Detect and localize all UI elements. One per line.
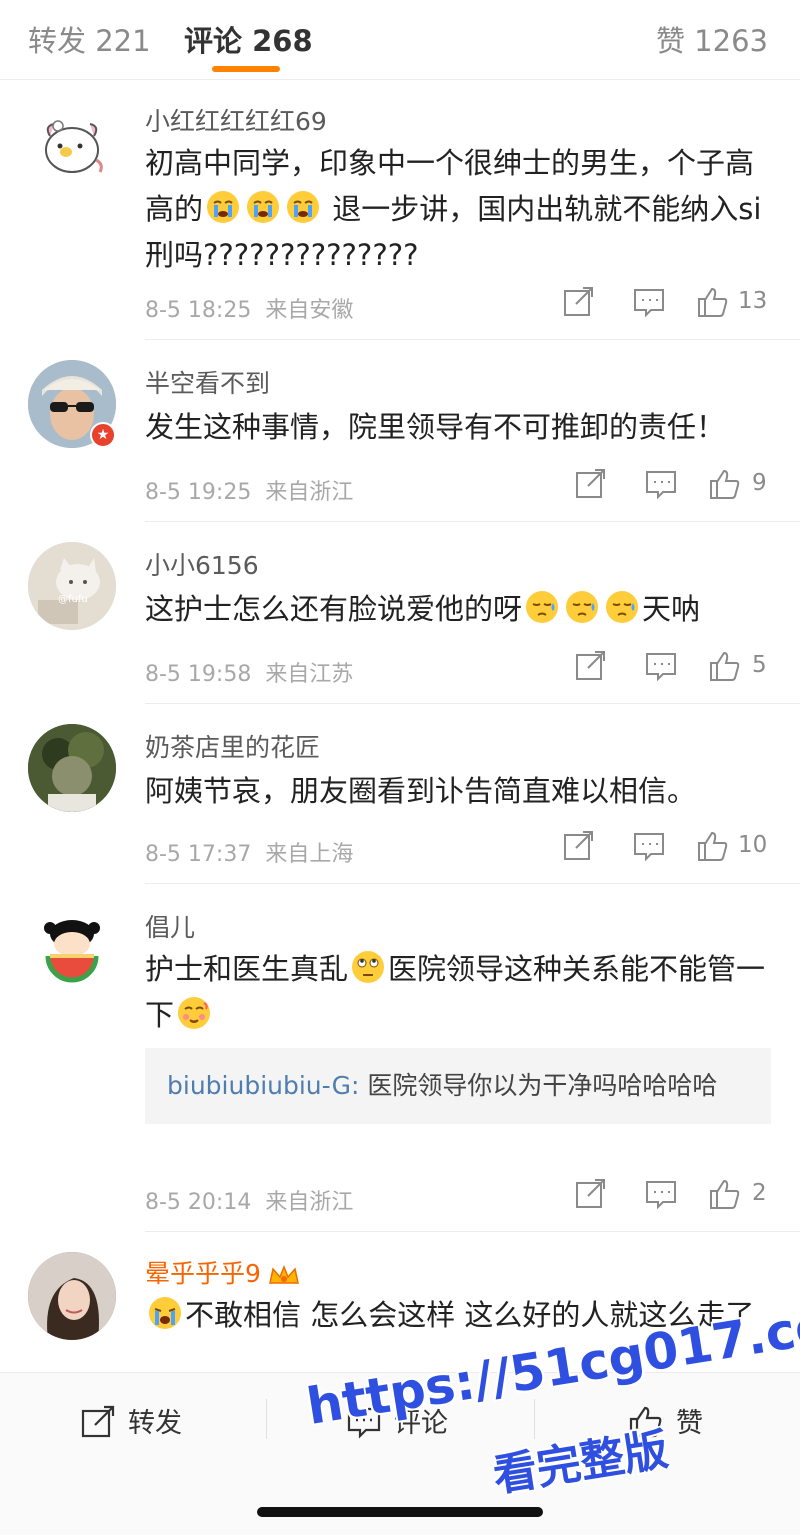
- crying-face-emoji-icon: [207, 191, 240, 223]
- plant-photo-avatar-icon: [28, 724, 116, 812]
- comment-actions: 5: [574, 650, 772, 686]
- comment-actions: 2: [574, 1178, 772, 1214]
- comment-item: 奶茶店里的花匠 阿姨节哀，朋友圈看到讣告简直难以相信。 8-5 17:37 来自…: [0, 704, 800, 884]
- avatar[interactable]: [28, 100, 116, 188]
- crying-face-emoji-icon: [247, 191, 280, 223]
- tab-likes[interactable]: 赞 1263: [656, 18, 768, 60]
- comment-icon[interactable]: [632, 286, 666, 318]
- comment-location: 来自安徽: [265, 298, 354, 323]
- sweat-face-emoji-icon: [566, 591, 599, 623]
- separator: [266, 1399, 267, 1439]
- comment-username[interactable]: 倡儿: [145, 908, 195, 944]
- repost-icon: [81, 1405, 115, 1438]
- comment-location: 来自江苏: [265, 662, 354, 687]
- comment-time: 8-5 18:25: [145, 298, 252, 323]
- eye-roll-emoji-icon: [352, 951, 385, 983]
- comment-meta: 8-5 19:58 来自江苏: [145, 656, 353, 688]
- thumbs-up-icon[interactable]: [708, 650, 742, 682]
- comment-meta: 8-5 19:25 来自浙江: [145, 474, 353, 506]
- vip-crown-icon: [268, 1264, 299, 1284]
- active-tab-indicator: [212, 66, 280, 72]
- thumbs-up-icon[interactable]: [696, 830, 730, 862]
- reply-text: 医院领导你以为干净吗哈哈哈哈: [359, 1071, 718, 1100]
- share-icon[interactable]: [562, 286, 596, 318]
- thumbs-up-icon[interactable]: [708, 1178, 742, 1210]
- cartoon-pig-avatar-icon: [45, 120, 103, 173]
- avatar[interactable]: [28, 1252, 116, 1340]
- sub-reply-box[interactable]: biubiubiubiu-G: 医院领导你以为干净吗哈哈哈哈: [145, 1048, 771, 1124]
- cat-photo-avatar-icon: [28, 542, 116, 630]
- tab-repost[interactable]: 转发 221: [28, 18, 151, 60]
- cartoon-watermelon-avatar-icon: [28, 904, 116, 992]
- comment-text: 护士和医生真乱 医院领导这种关系能不能管一下: [145, 946, 770, 1038]
- sweat-face-emoji-icon: [526, 591, 559, 623]
- loud-crying-emoji-icon: [149, 1297, 181, 1329]
- comment-actions: 10: [562, 830, 772, 866]
- comment-time: 8-5 19:58: [145, 662, 252, 687]
- comment-location: 来自上海: [265, 842, 354, 867]
- comment-location: 来自浙江: [265, 480, 354, 505]
- comment-username[interactable]: 小小6156: [145, 546, 259, 582]
- share-icon[interactable]: [574, 468, 608, 500]
- thumbs-up-icon[interactable]: [708, 468, 742, 500]
- like-label: 赞: [676, 1408, 703, 1439]
- comment-item: 倡儿 护士和医生真乱 医院领导这种关系能不能管一下 biubiubiubiu-G:…: [0, 884, 800, 1232]
- like-count: 5: [752, 652, 767, 678]
- comment-meta: 8-5 18:25 来自安徽: [145, 292, 353, 324]
- comment-time: 8-5 19:25: [145, 480, 252, 505]
- verified-badge-icon: ★: [90, 422, 116, 448]
- repost-button[interactable]: 转发: [80, 1401, 182, 1441]
- comment-icon[interactable]: [644, 468, 678, 500]
- comment-text: 发生这种事情，院里领导有不可推卸的责任！: [145, 410, 726, 444]
- comment-meta: 8-5 20:14 来自浙江: [145, 1184, 353, 1216]
- home-indicator[interactable]: [257, 1507, 543, 1517]
- comment-text: 阿姨节哀，朋友圈看到讣告简直难以相信。: [145, 774, 697, 808]
- avatar[interactable]: @fufu: [28, 542, 116, 630]
- comment-tabs: 转发 221 评论 268 赞 1263: [0, 0, 800, 80]
- avatar[interactable]: [28, 904, 116, 992]
- comment-username[interactable]: 奶茶店里的花匠: [145, 728, 320, 764]
- like-count: 13: [738, 288, 768, 314]
- comment-actions: 13: [562, 286, 772, 322]
- like-count: 10: [738, 832, 768, 858]
- comment-item: @fufu 小小6156 这护士怎么还有脸说爱他的呀 天呐 8-5 19:58 来…: [0, 522, 800, 704]
- share-icon[interactable]: [574, 1178, 608, 1210]
- reply-username[interactable]: biubiubiubiu-G:: [167, 1071, 359, 1100]
- comment-username[interactable]: 晕乎乎乎9: [145, 1254, 301, 1290]
- crying-face-emoji-icon: [287, 191, 320, 223]
- comment-actions: 9: [574, 468, 772, 504]
- comment-icon[interactable]: [632, 830, 666, 862]
- comment-time: 8-5 20:14: [145, 1190, 252, 1215]
- comment-item: ★ 半空看不到 发生这种事情，院里领导有不可推卸的责任！ 8-5 19:25 来…: [0, 340, 800, 522]
- comment-location: 来自浙江: [265, 1190, 354, 1215]
- share-icon[interactable]: [574, 650, 608, 682]
- share-icon[interactable]: [562, 830, 596, 862]
- comment-icon[interactable]: [644, 650, 678, 682]
- comment-item: 小红红红红红69 初高中同学，印象中一个很绅士的男生，个子高高的 退一步讲，国内…: [0, 80, 800, 340]
- sweat-face-emoji-icon: [606, 591, 639, 623]
- like-count: 2: [752, 1180, 767, 1206]
- user-photo-avatar-icon: [28, 1252, 116, 1340]
- like-count: 9: [752, 470, 767, 496]
- comment-meta: 8-5 17:37 来自上海: [145, 836, 353, 868]
- comment-icon[interactable]: [644, 1178, 678, 1210]
- avatar-watermark: @fufu: [58, 594, 88, 605]
- comment-username[interactable]: 小红红红红红69: [145, 102, 327, 138]
- comment-text: 这护士怎么还有脸说爱他的呀 天呐: [145, 586, 770, 632]
- repost-label: 转发: [128, 1408, 182, 1439]
- drooling-face-emoji-icon: [178, 997, 211, 1029]
- comment-text: 初高中同学，印象中一个很绅士的男生，个子高高的 退一步讲，国内出轨就不能纳入si…: [145, 146, 762, 272]
- thumbs-up-icon[interactable]: [696, 286, 730, 318]
- comment-time: 8-5 17:37: [145, 842, 252, 867]
- tab-comments[interactable]: 评论 268: [184, 18, 313, 60]
- comment-username[interactable]: 半空看不到: [145, 364, 270, 400]
- avatar[interactable]: [28, 724, 116, 812]
